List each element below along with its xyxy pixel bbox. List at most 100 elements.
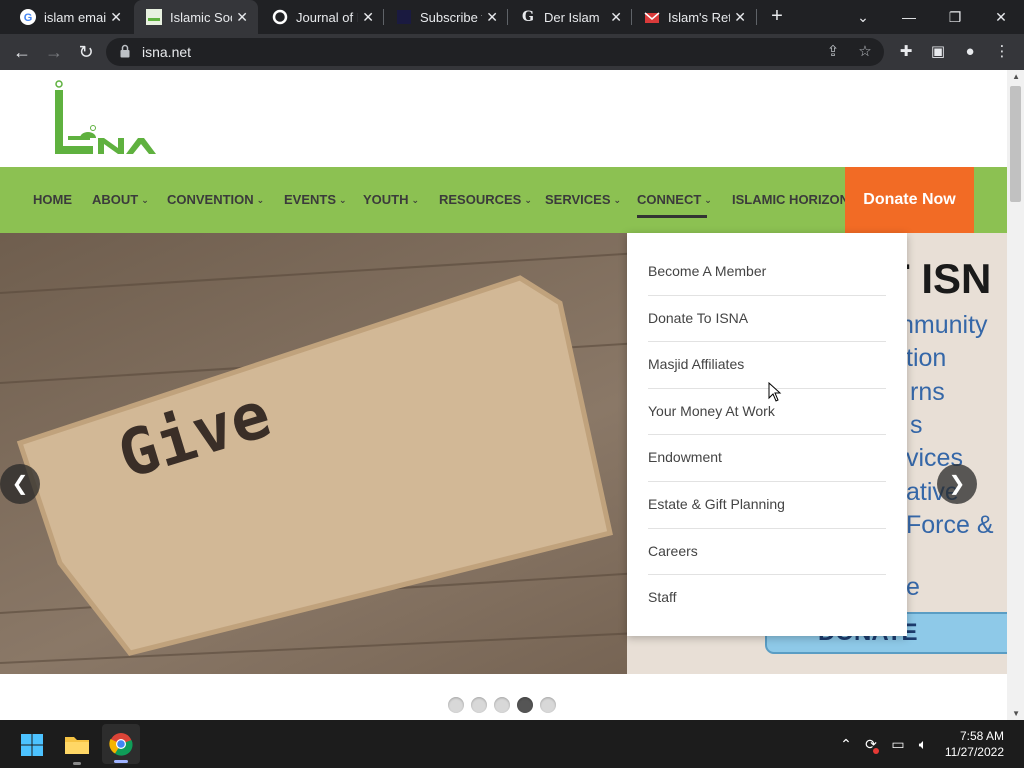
- nav-youth[interactable]: YOUTH ⌄: [363, 167, 419, 233]
- windows-start-icon[interactable]: [20, 733, 44, 757]
- slider-dot[interactable]: [494, 697, 510, 713]
- scrollbar-thumb[interactable]: [1010, 86, 1021, 202]
- tab-separator: [756, 9, 757, 25]
- profile-icon[interactable]: ●: [960, 42, 980, 62]
- address-bar[interactable]: isna.net ⇪ ☆: [106, 38, 884, 66]
- new-tab-button[interactable]: +: [766, 5, 788, 27]
- menu-item-your-money-at-work[interactable]: Your Money At Work: [648, 403, 886, 419]
- nav-about[interactable]: ABOUT ⌄: [92, 167, 149, 233]
- menu-divider: [648, 481, 886, 482]
- menu-item-donate-to-isna[interactable]: Donate To ISNA: [648, 310, 886, 326]
- hero-line: s: [910, 411, 923, 439]
- tab-separator: [383, 9, 384, 25]
- red-envelope-icon: [644, 9, 660, 25]
- close-icon[interactable]: ✕: [362, 9, 374, 26]
- menu-item-become-a-member[interactable]: Become A Member: [648, 263, 886, 279]
- chrome-taskbar-button[interactable]: [102, 724, 140, 764]
- donate-now-button[interactable]: Donate Now: [845, 167, 974, 233]
- menu-item-careers[interactable]: Careers: [648, 543, 886, 559]
- tab-title: Subscribe t: [420, 9, 482, 25]
- nav-services[interactable]: SERVICES ⌄: [545, 167, 621, 233]
- nav-connect[interactable]: CONNECT ⌄: [637, 167, 712, 233]
- nav-convention[interactable]: CONVENTION ⌄: [167, 167, 264, 233]
- network-icon[interactable]: ▭: [888, 734, 908, 754]
- hero-line: e: [906, 573, 920, 601]
- extensions-puzzle-icon[interactable]: ✚: [896, 42, 916, 62]
- nav-home[interactable]: HOME: [33, 167, 72, 233]
- chevron-down-icon: ⌄: [256, 195, 265, 205]
- browser-toolbar: ← → ↻ isna.net ⇪ ☆ ✚ ▣ ● ⋮: [0, 34, 1024, 70]
- nav-label: EVENTS: [284, 192, 337, 207]
- nav-events[interactable]: EVENTS ⌄: [284, 167, 347, 233]
- slider-dot[interactable]: [448, 697, 464, 713]
- chevron-down-icon: ⌄: [524, 195, 532, 205]
- tab-search-chevron-icon[interactable]: ⌄: [840, 0, 886, 34]
- tab-islamic-society[interactable]: Islamic Soc ✕: [134, 0, 258, 34]
- connect-dropdown-menu: Become A Member Donate To ISNA Masjid Af…: [627, 233, 907, 636]
- restore-button[interactable]: ❐: [932, 0, 978, 34]
- system-clock[interactable]: 7:58 AM 11/27/2022: [945, 728, 1004, 760]
- slider-dot[interactable]: [540, 697, 556, 713]
- menu-divider: [648, 434, 886, 435]
- nav-label: SERVICES: [545, 192, 611, 207]
- close-icon[interactable]: ✕: [610, 9, 622, 26]
- side-panel-icon[interactable]: ▣: [928, 42, 948, 62]
- close-icon[interactable]: ✕: [486, 9, 498, 26]
- tab-title: Der Islam: [544, 9, 600, 25]
- chevron-down-icon: ⌄: [411, 195, 420, 205]
- menu-kebab-icon[interactable]: ⋮: [992, 42, 1012, 62]
- tab-der-islam[interactable]: G Der Islam ✕: [508, 0, 632, 34]
- tab-islam-email[interactable]: G islam email ✕: [8, 0, 132, 34]
- svg-text:G: G: [24, 12, 33, 24]
- hero-line: Force &: [906, 511, 994, 539]
- tab-title: Islam's Ret: [668, 9, 730, 25]
- web-page: HOME ABOUT ⌄ CONVENTION ⌄ EVENTS ⌄ YOUTH ⌄ R…: [0, 70, 1024, 720]
- close-icon[interactable]: ✕: [236, 9, 248, 26]
- slider-prev-button[interactable]: ❮: [0, 464, 40, 504]
- taskbar-active-indicator: [114, 760, 128, 763]
- nav-label: RESOURCES: [439, 192, 522, 207]
- url-text[interactable]: isna.net: [142, 44, 191, 60]
- volume-icon[interactable]: 🔈︎: [913, 734, 933, 754]
- lock-icon[interactable]: [120, 44, 130, 58]
- tab-journal[interactable]: Journal of I ✕: [260, 0, 384, 34]
- chevron-up-icon[interactable]: ⌃: [836, 734, 856, 754]
- forward-button[interactable]: →: [42, 40, 66, 64]
- nav-label: CONVENTION: [167, 192, 254, 207]
- back-button[interactable]: ←: [10, 40, 34, 64]
- windows-taskbar: ⌃ ⟳ ▭ 🔈︎ 7:58 AM 11/27/2022: [0, 720, 1024, 768]
- slider-next-button[interactable]: ❯: [937, 464, 977, 504]
- hero-line: nmunity: [900, 311, 988, 339]
- nav-resources[interactable]: RESOURCES ⌄: [439, 167, 532, 233]
- tab-title: Journal of I: [296, 9, 358, 25]
- scroll-up-arrow-icon[interactable]: ▲: [1012, 72, 1020, 81]
- bookmark-star-icon[interactable]: ☆: [856, 43, 874, 61]
- isna-favicon: [146, 9, 162, 25]
- scroll-down-arrow-icon[interactable]: ▼: [1012, 709, 1020, 718]
- file-explorer-icon[interactable]: [64, 732, 90, 756]
- close-icon[interactable]: ✕: [734, 9, 746, 26]
- isna-logo[interactable]: [50, 80, 160, 160]
- close-window-button[interactable]: ✕: [978, 0, 1024, 34]
- slider-dot[interactable]: [471, 697, 487, 713]
- nav-label: ABOUT: [92, 192, 139, 207]
- minimize-button[interactable]: —: [886, 0, 932, 34]
- hero-line: rns: [910, 378, 945, 406]
- tab-islams-return[interactable]: Islam's Ret ✕: [632, 0, 756, 34]
- nav-label: ISLAMIC HORIZON: [732, 192, 849, 207]
- reload-button[interactable]: ↻: [74, 40, 98, 64]
- active-nav-underline: [637, 215, 707, 218]
- taskbar-running-indicator: [73, 762, 81, 765]
- tab-separator: [631, 9, 632, 25]
- slider-dot-active[interactable]: [517, 697, 533, 713]
- share-icon[interactable]: ⇪: [824, 43, 842, 61]
- tab-subscribe[interactable]: Subscribe t ✕: [384, 0, 508, 34]
- close-icon[interactable]: ✕: [110, 9, 122, 26]
- page-scrollbar[interactable]: ▲ ▼: [1007, 70, 1024, 720]
- menu-item-staff[interactable]: Staff: [648, 589, 886, 605]
- tab-separator: [507, 9, 508, 25]
- menu-item-estate-gift-planning[interactable]: Estate & Gift Planning: [648, 496, 886, 512]
- menu-item-endowment[interactable]: Endowment: [648, 449, 886, 465]
- nav-islamic-horizon[interactable]: ISLAMIC HORIZON: [732, 167, 849, 233]
- menu-item-masjid-affiliates[interactable]: Masjid Affiliates: [648, 356, 886, 372]
